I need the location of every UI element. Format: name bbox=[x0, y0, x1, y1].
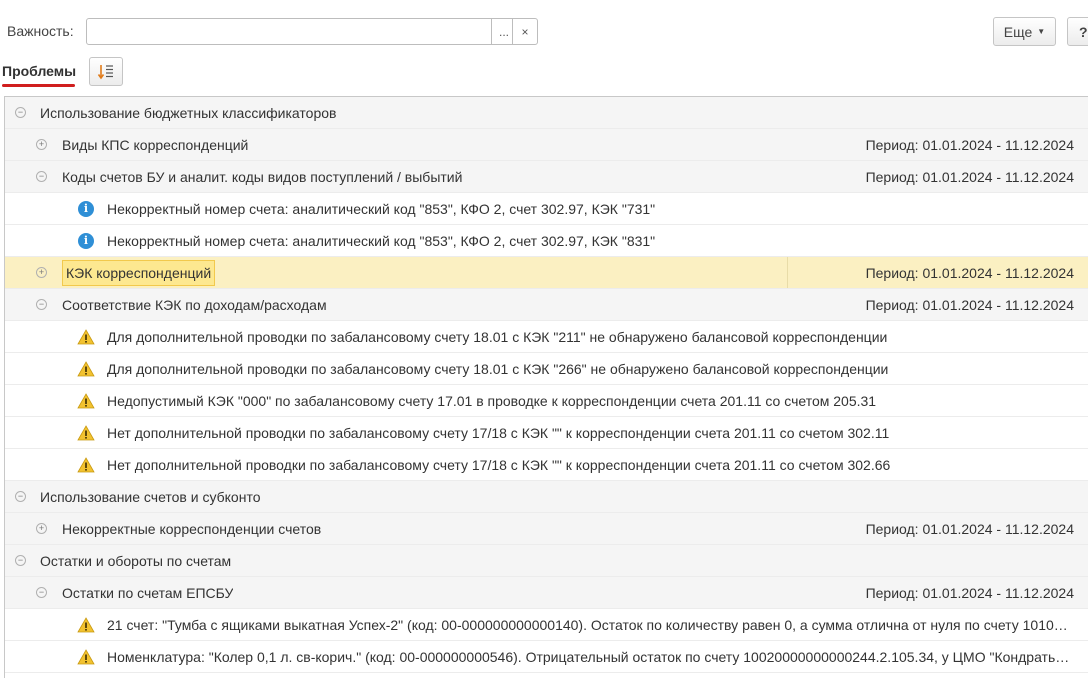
sort-icon bbox=[97, 64, 113, 79]
collapse-icon[interactable]: − bbox=[15, 555, 26, 566]
warning-icon bbox=[77, 616, 95, 634]
tree-issue-row[interactable]: i Некорректный номер счета: аналитический… bbox=[5, 193, 1088, 225]
importance-input[interactable] bbox=[86, 18, 492, 45]
row-text: Для дополнительной проводки по забалансо… bbox=[107, 360, 889, 377]
tree-group-row[interactable]: − Использование счетов и субконто bbox=[5, 481, 1088, 513]
row-text: Некорректный номер счета: аналитический … bbox=[107, 200, 656, 217]
row-text: Использование бюджетных классификаторов bbox=[40, 104, 337, 121]
tree-issue-row[interactable]: Недопустимый КЭК "000" по забалансовому … bbox=[5, 385, 1088, 417]
tree-check-row[interactable]: − Коды счетов БУ и аналит. коды видов пос… bbox=[5, 161, 1088, 193]
collapse-icon[interactable]: − bbox=[36, 299, 47, 310]
importance-clear-button[interactable]: × bbox=[512, 18, 538, 45]
chevron-down-icon: ▼ bbox=[1037, 27, 1046, 36]
tree-issue-row[interactable]: 21 счет: "Тумба с ящиками выкатная Успех… bbox=[5, 609, 1088, 641]
row-text: 21 счет: "Тумба с ящиками выкатная Успех… bbox=[107, 616, 1075, 633]
row-text: Некорректный номер счета: аналитический … bbox=[107, 232, 656, 249]
importance-label: Важность: bbox=[7, 23, 74, 39]
row-text: Недопустимый КЭК "000" по забалансовому … bbox=[107, 392, 877, 409]
row-period: Период: 01.01.2024 - 11.12.2024 bbox=[865, 136, 1074, 153]
row-text: Соответствие КЭК по доходам/расходам bbox=[62, 296, 327, 313]
tree-issue-row[interactable]: Нет дополнительной проводки по забалансо… bbox=[5, 449, 1088, 481]
row-period: Период: 01.01.2024 - 11.12.2024 bbox=[865, 520, 1074, 537]
tree-issue-row[interactable]: Нет дополнительной проводки по забалансо… bbox=[5, 417, 1088, 449]
tree-check-row[interactable]: + Некорректные корреспонденции счетов Пери… bbox=[5, 513, 1088, 545]
clear-icon: × bbox=[521, 24, 529, 39]
tree-issue-row[interactable]: Для дополнительной проводки по забалансо… bbox=[5, 321, 1088, 353]
row-text: Остатки и обороты по счетам bbox=[40, 552, 232, 569]
row-period: Период: 01.01.2024 - 11.12.2024 bbox=[865, 584, 1074, 601]
problems-tree[interactable]: − Использование бюджетных классификаторов… bbox=[4, 96, 1088, 678]
tree-check-row[interactable]: − Соответствие КЭК по доходам/расходам Пер… bbox=[5, 289, 1088, 321]
tree-issue-row[interactable]: i Некорректный номер счета: аналитический… bbox=[5, 225, 1088, 257]
warning-icon bbox=[77, 328, 95, 346]
tree-check-row[interactable]: + КЭК корреспонденций Период: 01.01.2024 -… bbox=[5, 257, 1088, 289]
collapse-icon[interactable]: − bbox=[15, 107, 26, 118]
info-icon: i bbox=[77, 232, 95, 250]
row-text: КЭК корреспонденций bbox=[62, 259, 216, 286]
warning-icon bbox=[77, 424, 95, 442]
warning-icon bbox=[77, 456, 95, 474]
expand-icon[interactable]: + bbox=[36, 523, 47, 534]
tree-check-row[interactable]: + Виды КПС корреспонденций Период: 01.01.2… bbox=[5, 129, 1088, 161]
warning-icon bbox=[77, 648, 95, 666]
row-text: Коды счетов БУ и аналит. коды видов пост… bbox=[62, 168, 463, 185]
row-text: Для дополнительной проводки по забалансо… bbox=[107, 328, 888, 345]
row-period: Период: 01.01.2024 - 11.12.2024 bbox=[865, 296, 1074, 313]
column-divider bbox=[787, 257, 788, 288]
expand-icon[interactable]: + bbox=[36, 267, 47, 278]
row-text: Остатки по счетам ЕПСБУ bbox=[62, 584, 234, 601]
tree-group-row[interactable]: − Использование бюджетных классификаторов bbox=[5, 97, 1088, 129]
more-button[interactable]: Еще ▼ bbox=[993, 17, 1056, 46]
expand-icon[interactable]: + bbox=[36, 139, 47, 150]
collapse-icon[interactable]: − bbox=[15, 491, 26, 502]
warning-icon bbox=[77, 392, 95, 410]
sort-button[interactable] bbox=[89, 57, 123, 86]
tree-issue-row[interactable]: Для дополнительной проводки по забалансо… bbox=[5, 353, 1088, 385]
tab-problems[interactable]: Проблемы bbox=[2, 63, 76, 79]
info-icon: i bbox=[77, 200, 95, 218]
collapse-icon[interactable]: − bbox=[36, 587, 47, 598]
row-text: Использование счетов и субконто bbox=[40, 488, 261, 505]
row-text: Нет дополнительной проводки по забалансо… bbox=[107, 456, 891, 473]
more-button-label: Еще bbox=[1003, 23, 1033, 40]
tab-active-indicator bbox=[2, 84, 75, 87]
row-period: Период: 01.01.2024 - 11.12.2024 bbox=[865, 264, 1074, 281]
row-text: Номенклатура: "Колер 0,1 л. св-корич." (… bbox=[107, 648, 1075, 665]
warning-icon bbox=[77, 360, 95, 378]
row-text: Виды КПС корреспонденций bbox=[62, 136, 249, 153]
row-text: Нет дополнительной проводки по забалансо… bbox=[107, 424, 890, 441]
collapse-icon[interactable]: − bbox=[36, 171, 47, 182]
tree-group-row[interactable]: − Остатки и обороты по счетам bbox=[5, 545, 1088, 577]
row-period: Период: 01.01.2024 - 11.12.2024 bbox=[865, 168, 1074, 185]
filter-bar: Важность: ... × Еще ▼ ? bbox=[0, 0, 1088, 56]
tree-issue-row[interactable]: Номенклатура: "Колер 0,1 л. св-корич." (… bbox=[5, 641, 1088, 673]
row-text: Некорректные корреспонденции счетов bbox=[62, 520, 322, 537]
tree-check-row[interactable]: − Остатки по счетам ЕПСБУ Период: 01.01.20… bbox=[5, 577, 1088, 609]
help-button[interactable]: ? bbox=[1067, 17, 1088, 46]
